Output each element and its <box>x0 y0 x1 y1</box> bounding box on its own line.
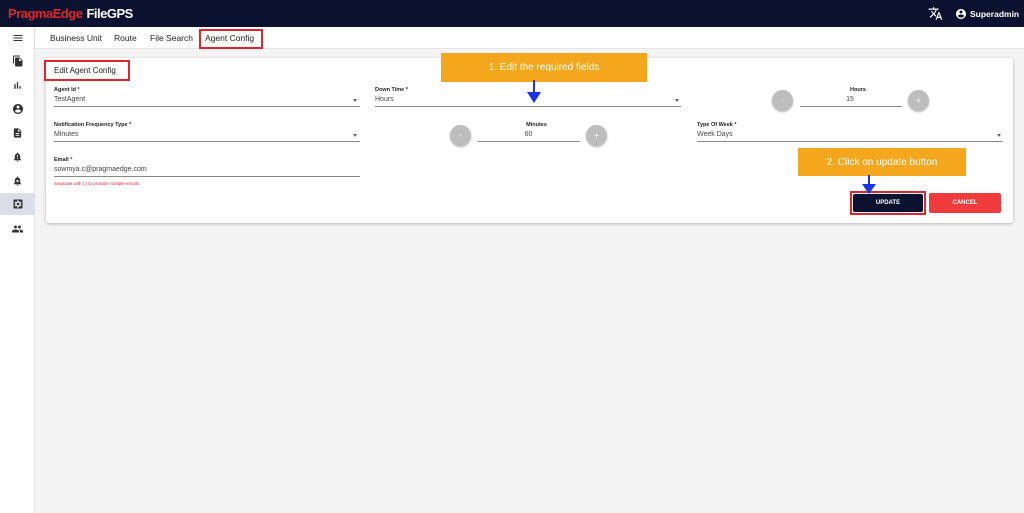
sidebar-item-alert-settings[interactable] <box>0 170 35 192</box>
arrow-down-icon <box>862 175 876 194</box>
sidebar-item-agent-config[interactable] <box>0 193 35 215</box>
hours-underline <box>800 106 902 107</box>
chevron-down-icon[interactable] <box>353 99 357 102</box>
settings-box-icon <box>13 199 22 209</box>
notification-type-underline <box>54 141 360 142</box>
account-circle-icon <box>12 104 23 114</box>
menu-icon <box>13 35 22 41</box>
minutes-underline <box>478 141 580 142</box>
app-logo[interactable]: PragmaEdge FileGPS <box>8 6 133 21</box>
minutes-input[interactable]: 60 <box>478 131 579 138</box>
minutes-label: Minutes <box>526 122 547 128</box>
bell-alert-icon <box>13 152 22 162</box>
notification-type-select[interactable]: Minutes <box>54 131 79 138</box>
down-time-label: Down Time * <box>375 87 408 93</box>
group-icon <box>12 225 23 233</box>
step1-callout: 1. Edit the required fields <box>441 53 647 82</box>
email-field[interactable]: sowmya.c@pragmaedge.com <box>54 166 147 173</box>
email-underline <box>54 176 360 177</box>
type-of-week-select[interactable]: Week Days <box>697 131 733 138</box>
down-time-underline <box>375 106 681 107</box>
type-of-week-underline <box>697 141 1003 142</box>
account-circle-icon <box>956 8 966 19</box>
user-menu[interactable]: Superadmin <box>955 6 1019 21</box>
agent-id-select[interactable]: TestAgent <box>54 96 85 103</box>
user-name: Superadmin <box>970 8 1020 19</box>
email-helper-text: Separate with (,) to provide multiple em… <box>54 181 141 186</box>
tab-file-search[interactable]: File Search <box>150 33 193 43</box>
sidebar-item-documents[interactable] <box>0 122 35 144</box>
arrow-down-icon <box>527 80 541 103</box>
card-title: Edit Agent Config <box>54 66 116 75</box>
sidebar-item-files[interactable] <box>0 50 35 72</box>
sidebar-item-users[interactable] <box>0 98 35 120</box>
agent-id-underline <box>54 106 360 107</box>
step2-callout: 2. Click on update button <box>798 148 966 176</box>
hours-input[interactable]: 15 <box>800 96 900 103</box>
sidebar <box>0 27 35 513</box>
sidebar-item-groups[interactable] <box>0 218 35 240</box>
chevron-down-icon[interactable] <box>997 134 1001 137</box>
hours-label: Hours <box>850 87 866 93</box>
notification-type-label: Notification Frequency Type * <box>54 122 132 128</box>
cancel-button[interactable]: CANCEL <box>929 193 1001 213</box>
tab-route[interactable]: Route <box>114 33 137 43</box>
sidebar-item-reports[interactable] <box>0 74 35 96</box>
sidebar-item-alerts[interactable] <box>0 146 35 168</box>
product-name: FileGPS <box>86 6 133 21</box>
document-icon <box>13 128 22 138</box>
tab-business-unit[interactable]: Business Unit <box>50 33 102 43</box>
chevron-down-icon[interactable] <box>675 99 679 102</box>
hours-increment-button[interactable]: + <box>908 90 929 111</box>
minutes-decrement-button[interactable]: - <box>450 125 471 146</box>
down-time-select[interactable]: Hours <box>375 96 394 103</box>
chevron-down-icon[interactable] <box>353 134 357 137</box>
agent-id-label: Agent Id * <box>54 87 80 93</box>
brand-name: PragmaEdge <box>8 6 83 21</box>
tab-highlight-box <box>199 29 263 49</box>
tab-bar: Business Unit Route File Search Agent Co… <box>35 27 1024 49</box>
minutes-increment-button[interactable]: + <box>586 125 607 146</box>
hours-decrement-button[interactable]: - <box>772 90 793 111</box>
email-label: Email * <box>54 157 73 163</box>
top-app-bar: PragmaEdge FileGPS Superadmin <box>0 0 1024 27</box>
bell-settings-icon <box>13 176 22 186</box>
sidebar-menu-toggle[interactable] <box>0 27 35 49</box>
bar-chart-icon <box>14 81 21 89</box>
type-of-week-label: Type Of Week * <box>697 122 737 128</box>
translate-icon[interactable] <box>928 6 943 21</box>
file-copy-icon <box>12 55 22 67</box>
